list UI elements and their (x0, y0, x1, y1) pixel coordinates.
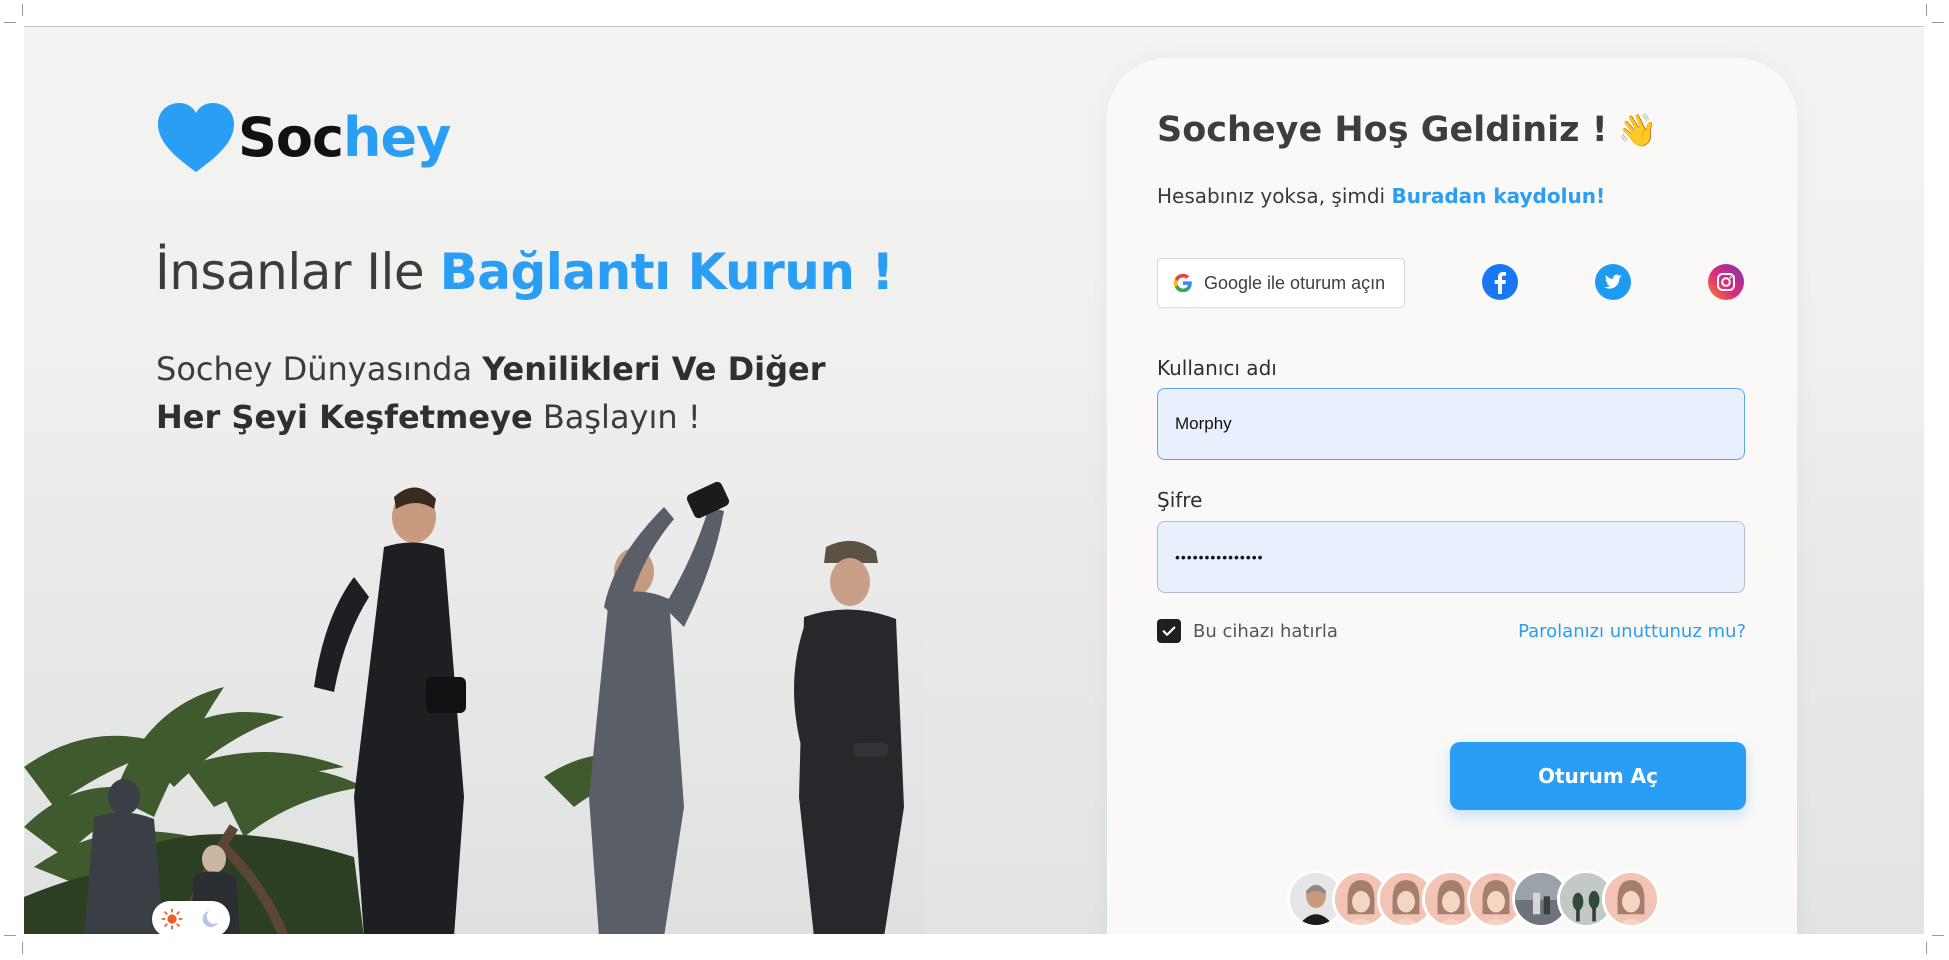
check-icon (1162, 626, 1176, 636)
username-input[interactable]: Morphy (1157, 388, 1745, 460)
theme-toggle[interactable] (152, 901, 230, 934)
forgot-password-link[interactable]: Parolanızı unuttunuz mu? (1518, 621, 1746, 642)
crop-mark (1926, 942, 1927, 954)
twitter-icon (1595, 264, 1631, 300)
heart-icon (158, 103, 234, 172)
facebook-icon (1482, 264, 1518, 300)
hero-photo (24, 467, 924, 934)
avatar-stack (1287, 870, 1660, 928)
twitter-button[interactable] (1594, 263, 1632, 301)
google-signin-button[interactable]: Google ile oturum açın (1157, 258, 1405, 308)
memoji-avatar[interactable] (1602, 870, 1660, 928)
crop-mark (1926, 4, 1927, 16)
crop-mark (22, 942, 23, 954)
brand-logo[interactable]: Sochey (156, 102, 451, 174)
crop-mark (1932, 22, 1944, 23)
login-card: Socheye Hoş Geldiniz ! 👋 Hesabınız yoksa,… (1107, 58, 1797, 934)
waving-hand-icon: 👋 (1617, 111, 1658, 149)
sun-icon[interactable] (160, 908, 183, 930)
google-icon (1173, 273, 1192, 293)
brand-name: Sochey (238, 106, 451, 169)
welcome-heading: Socheye Hoş Geldiniz ! 👋 (1157, 110, 1658, 150)
instagram-icon (1708, 264, 1744, 300)
password-input[interactable]: ••••••••••••••• (1157, 521, 1745, 593)
instagram-button[interactable] (1707, 263, 1745, 301)
crop-mark (4, 22, 16, 23)
facebook-button[interactable] (1481, 263, 1519, 301)
hero-title: İnsanlar Ile Bağlantı Kurun ! (155, 243, 894, 301)
remember-label: Bu cihazı hatırla (1193, 620, 1338, 642)
hero-subtitle: Sochey Dünyasında Yenilikleri Ve Diğer H… (156, 350, 826, 436)
crop-mark (22, 4, 23, 16)
remember-checkbox[interactable] (1157, 619, 1181, 643)
crop-mark (1932, 935, 1944, 936)
signup-prompt: Hesabınız yoksa, şimdi Buradan kaydolun! (1157, 184, 1606, 208)
moon-icon[interactable] (200, 908, 222, 930)
login-page: Sochey İnsanlar Ile Bağlantı Kurun ! Soc… (24, 27, 1924, 934)
remember-device[interactable]: Bu cihazı hatırla (1157, 619, 1338, 643)
login-button[interactable]: Oturum Aç (1450, 742, 1746, 810)
username-label: Kullanıcı adı (1157, 356, 1277, 380)
google-signin-label: Google ile oturum açın (1204, 272, 1386, 293)
password-label: Şifre (1157, 488, 1203, 512)
signup-link[interactable]: Buradan kaydolun! (1391, 184, 1605, 208)
crop-mark (4, 935, 16, 936)
